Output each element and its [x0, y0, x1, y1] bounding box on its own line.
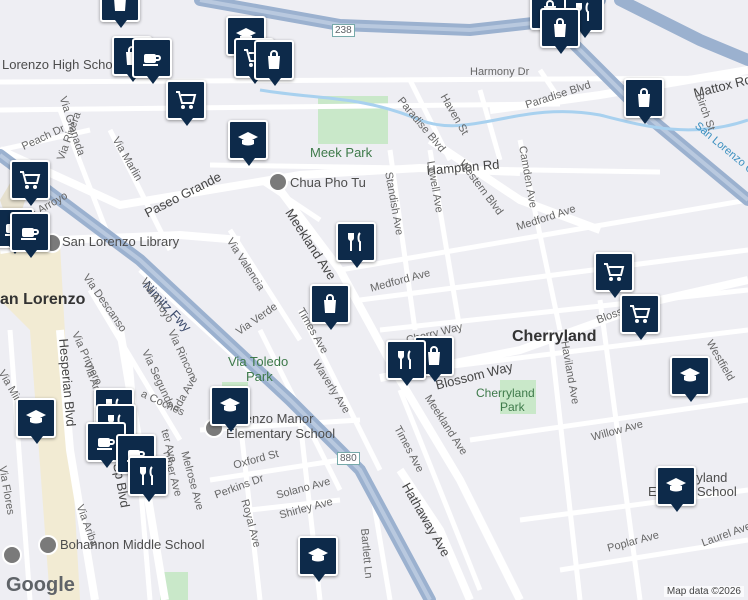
coffee-marker[interactable]	[10, 212, 50, 258]
place-label-cherryland-park-1: Cherryland	[476, 386, 535, 400]
place-label-san-lorenzo-library: San Lorenzo Library	[62, 234, 180, 249]
shopping-cart-marker[interactable]	[10, 160, 50, 206]
coffee-icon	[21, 228, 39, 240]
coffee-icon	[143, 54, 161, 66]
shopping-cart-marker[interactable]	[620, 294, 660, 340]
road-label-harmony: Harmony Dr	[470, 66, 530, 78]
school-icon	[238, 132, 258, 146]
restaurant-icon	[398, 350, 411, 369]
school-marker[interactable]	[16, 398, 56, 444]
place-label-cherryland-park-2: Park	[500, 400, 525, 414]
restaurant-icon	[348, 232, 361, 251]
place-label-bohannon: Bohannon Middle School	[60, 537, 205, 552]
map-data-credit[interactable]: Map data ©2026	[663, 586, 744, 597]
shopping-bag-icon	[268, 50, 280, 69]
shopping-bag-icon	[114, 0, 126, 11]
place-label-via-toledo-1: Via Toledo	[228, 354, 289, 369]
shopping-cart-marker[interactable]	[166, 80, 206, 126]
shopping-bag-icon	[638, 88, 650, 107]
city-label-cherryland: Cherryland	[512, 328, 597, 345]
shopping-marker[interactable]	[540, 8, 580, 54]
school-icon	[680, 368, 700, 382]
school-poi-icon	[38, 535, 58, 555]
shopping-cart-icon	[20, 171, 41, 189]
map[interactable]: Hampton Rd Meekland Ave Meekland Ave Blo…	[0, 0, 748, 600]
place-label-via-toledo-2: Park	[246, 369, 273, 384]
shopping-bag-icon	[324, 294, 336, 313]
school-marker[interactable]	[656, 466, 696, 512]
place-label-meek-park: Meek Park	[310, 145, 373, 160]
shopping-bag-icon	[554, 18, 566, 37]
place-label-chua-pho-tu: Chua Pho Tu	[290, 175, 366, 190]
school-marker[interactable]	[670, 356, 710, 402]
shopping-cart-icon	[176, 91, 197, 109]
shopping-marker[interactable]	[624, 78, 664, 124]
city-label-san-lorenzo: an Lorenzo	[0, 291, 86, 308]
shield-880: 880	[337, 452, 360, 465]
restaurant-marker[interactable]	[386, 340, 426, 386]
shopping-marker[interactable]	[254, 40, 294, 86]
coffee-icon	[97, 438, 115, 450]
shopping-cart-icon	[630, 305, 651, 323]
restaurant-marker[interactable]	[336, 222, 376, 268]
shopping-cart-icon	[604, 263, 625, 281]
place-label-lorenzo-high: Lorenzo High Scho	[2, 57, 113, 72]
restaurant-marker[interactable]	[128, 456, 168, 502]
school-marker[interactable]	[228, 120, 268, 166]
school-icon	[308, 548, 328, 562]
school-marker[interactable]	[210, 386, 250, 432]
place-label-lorenzo-manor-2: Elementary School	[226, 426, 336, 441]
temple-icon	[268, 172, 288, 192]
meek-park-area	[318, 96, 388, 144]
place-label-cherryland-elem-3: School	[697, 484, 737, 499]
google-logo: Google	[6, 574, 75, 596]
school-marker[interactable]	[298, 536, 338, 582]
school-icon	[220, 398, 240, 412]
shield-238: 238	[332, 24, 355, 37]
poi-icon-sw	[2, 545, 22, 565]
shopping-cart-marker[interactable]	[594, 252, 634, 298]
shopping-marker[interactable]	[100, 0, 140, 28]
coffee-marker[interactable]	[132, 38, 172, 84]
place-label-cherryland-elem-1: ryland	[692, 470, 728, 485]
school-icon	[26, 410, 46, 424]
restaurant-icon	[140, 466, 153, 485]
school-icon	[666, 478, 686, 492]
shopping-marker[interactable]	[310, 284, 350, 330]
